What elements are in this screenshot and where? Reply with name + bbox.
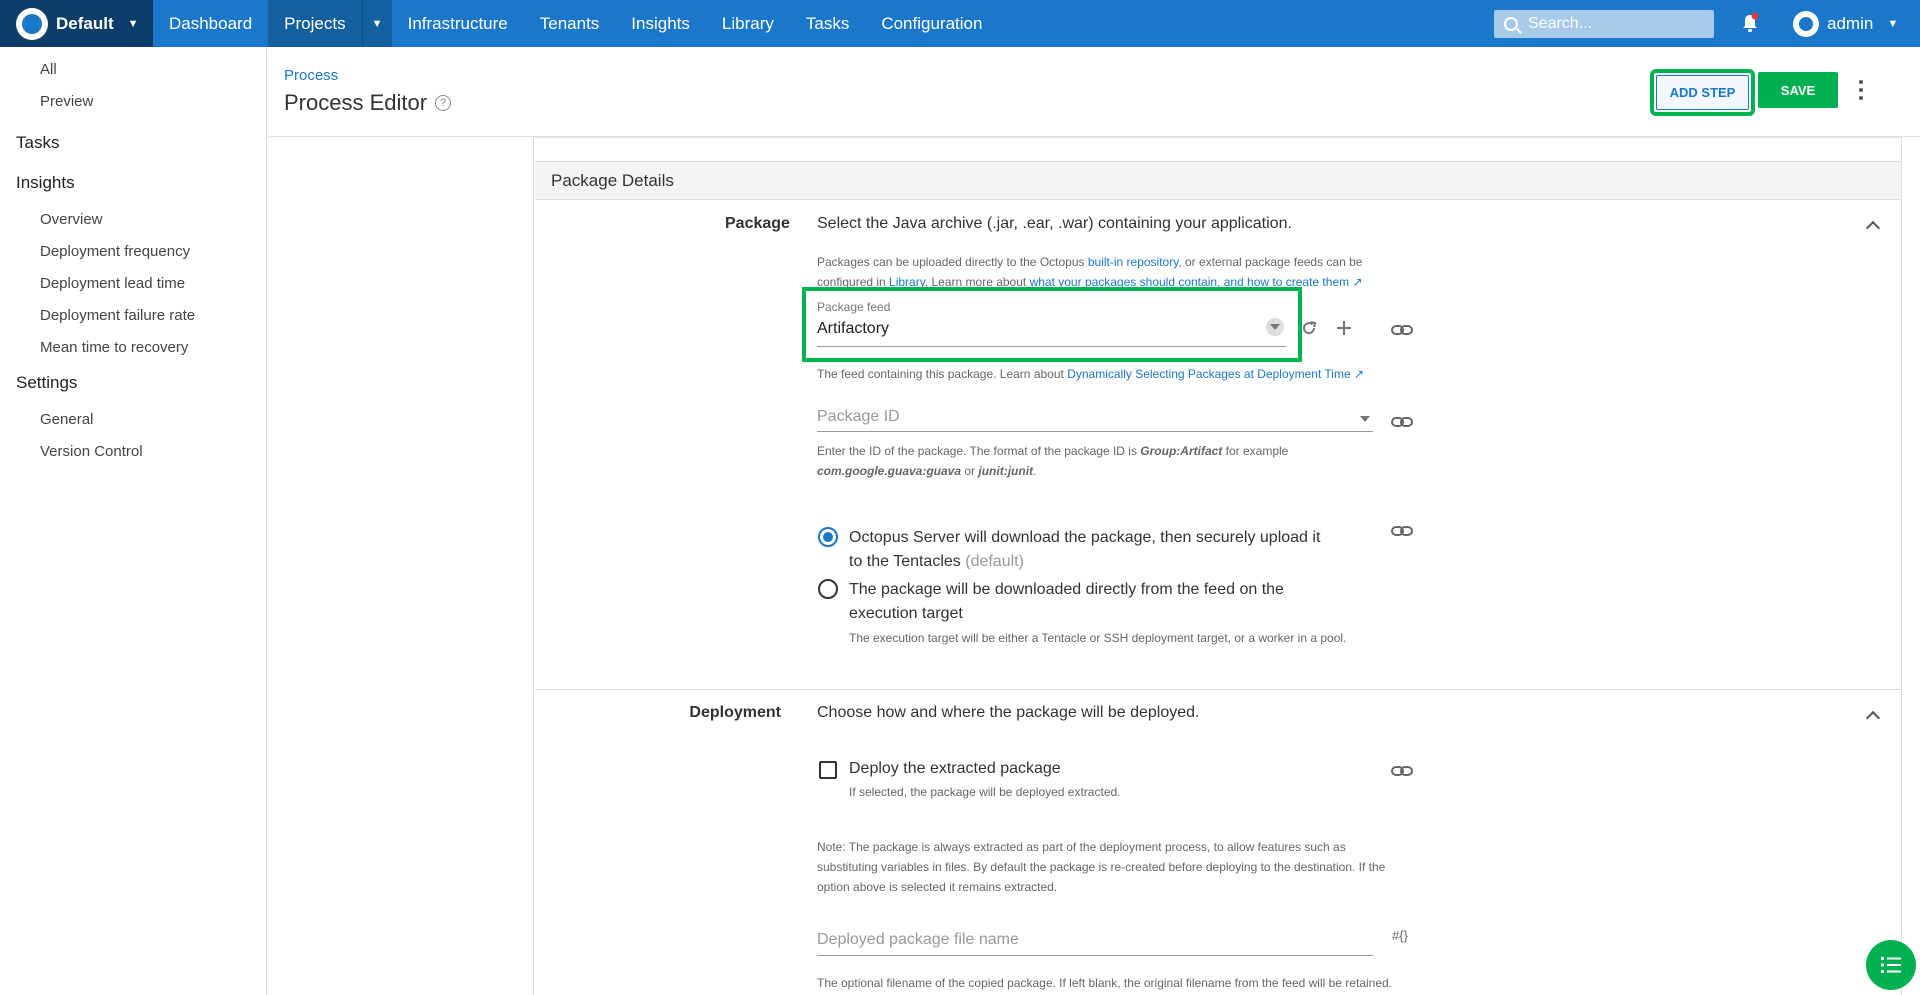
user-menu[interactable]: admin ▼ bbox=[1793, 9, 1898, 39]
save-button[interactable]: SAVE bbox=[1758, 72, 1838, 108]
sidebar-item-version-control[interactable]: Version Control bbox=[0, 435, 266, 467]
add-step-highlight: ADD STEP bbox=[1650, 69, 1755, 116]
deployment-label: Deployment bbox=[689, 704, 781, 721]
sidebar-item-mean-time-to-recovery[interactable]: Mean time to recovery bbox=[0, 331, 266, 363]
sidebar-item-all[interactable]: All bbox=[0, 53, 266, 85]
bell-icon[interactable] bbox=[1741, 13, 1759, 33]
deploy-extracted-checkbox[interactable] bbox=[819, 761, 837, 779]
note-line-3: option above is selected it remains extr… bbox=[817, 880, 1058, 894]
step-editor: Package Details Package Select the Java … bbox=[535, 137, 1902, 995]
package-id-help-line-1: Enter the ID of the package. The format … bbox=[817, 444, 1289, 458]
bind-link-icon[interactable] bbox=[1391, 324, 1413, 336]
page-title: Process Editor bbox=[284, 90, 428, 115]
package-id-help-line-2: com.google.guava:guava or junit:junit. bbox=[817, 464, 1037, 478]
caret-down-icon: ▼ bbox=[127, 17, 139, 30]
package-description: Select the Java archive (.jar, .ear, .wa… bbox=[817, 215, 1292, 232]
search-input[interactable]: Search... bbox=[1494, 10, 1714, 38]
collapse-icon[interactable] bbox=[1865, 220, 1881, 236]
note-line-1: Note: The package is always extracted as… bbox=[817, 840, 1346, 854]
sidebar-item-preview[interactable]: Preview bbox=[0, 85, 266, 117]
more-options-icon[interactable] bbox=[1859, 80, 1865, 100]
sidebar-item-deployment-lead-time[interactable]: Deployment lead time bbox=[0, 267, 266, 299]
step-list-button[interactable] bbox=[1866, 940, 1916, 990]
section-title: Package Details bbox=[535, 161, 1901, 200]
radio-direct-help: The execution target will be either a Te… bbox=[849, 631, 1347, 645]
radio-server-download-label: Octopus Server will download the package… bbox=[849, 529, 1321, 570]
dynamic-packages-link[interactable]: Dynamically Selecting Packages at Deploy… bbox=[1067, 367, 1350, 381]
collapse-icon-2[interactable] bbox=[1865, 710, 1881, 726]
external-link-icon: ↗ bbox=[1349, 275, 1363, 289]
sidebar-heading-settings: Settings bbox=[16, 373, 78, 392]
checkbox-label: Deploy the extracted package bbox=[849, 760, 1061, 777]
variable-insert-icon[interactable]: #{} bbox=[1392, 928, 1408, 943]
space-name: Default bbox=[56, 13, 114, 33]
chevron-down-icon: ▼ bbox=[1887, 18, 1899, 30]
add-icon[interactable] bbox=[1335, 319, 1353, 337]
feed-help: The feed containing this package. Learn … bbox=[817, 367, 1365, 381]
radio-server-download[interactable] bbox=[818, 527, 838, 547]
nav-insights[interactable]: Insights bbox=[615, 0, 706, 47]
space-avatar bbox=[16, 7, 48, 40]
package-id-dropdown-icon[interactable] bbox=[1360, 416, 1370, 422]
radio-direct-download[interactable] bbox=[818, 579, 838, 599]
steps-panel bbox=[268, 137, 534, 995]
refresh-icon[interactable] bbox=[1300, 319, 1318, 337]
nav-tenants[interactable]: Tenants bbox=[524, 0, 616, 47]
sidebar-item-general[interactable]: General bbox=[0, 403, 266, 435]
search-placeholder: Search... bbox=[1528, 15, 1593, 32]
package-feed-highlight bbox=[802, 287, 1302, 362]
package-help-line-1: Packages can be uploaded directly to the… bbox=[817, 255, 1363, 269]
list-numbered-icon bbox=[1881, 957, 1901, 973]
sidebar-item-tasks[interactable]: Tasks bbox=[0, 123, 266, 163]
bind-link-icon-4[interactable] bbox=[1391, 765, 1413, 777]
add-step-button[interactable]: ADD STEP bbox=[1656, 75, 1749, 110]
built-in-repository-link[interactable]: built-in repository bbox=[1088, 255, 1178, 269]
note-line-2: substituting variables in files. By defa… bbox=[817, 860, 1386, 874]
nav-infrastructure[interactable]: Infrastructure bbox=[392, 0, 524, 47]
file-name-help: The optional filename of the copied pack… bbox=[817, 976, 1393, 990]
sidebar-heading-insights: Insights bbox=[16, 173, 75, 192]
projects-dropdown-icon[interactable]: ▼ bbox=[361, 0, 392, 47]
breadcrumb[interactable]: Process bbox=[284, 67, 338, 84]
deployment-description: Choose how and where the package will be… bbox=[817, 704, 1200, 721]
page-title-wrap: Process Editor ? bbox=[284, 90, 452, 116]
bind-link-icon-2[interactable] bbox=[1391, 416, 1413, 428]
bind-link-icon-3[interactable] bbox=[1391, 525, 1413, 537]
radio-direct-download-label: The package will be downloaded directly … bbox=[849, 581, 1284, 622]
nav-projects[interactable]: Projects bbox=[268, 0, 362, 47]
user-name: admin bbox=[1827, 14, 1874, 33]
help-icon[interactable]: ? bbox=[435, 95, 452, 111]
avatar bbox=[1793, 11, 1819, 37]
sidebar: All Preview Tasks Insights Overview Depl… bbox=[0, 47, 267, 995]
checkbox-help: If selected, the package will be deploye… bbox=[849, 785, 1121, 799]
deployed-file-name-input[interactable]: Deployed package file name bbox=[817, 931, 1019, 949]
sidebar-item-overview[interactable]: Overview bbox=[0, 203, 266, 235]
nav-tasks[interactable]: Tasks bbox=[790, 0, 865, 47]
search-icon bbox=[1504, 17, 1518, 31]
external-link-icon-2: ↗ bbox=[1350, 367, 1365, 381]
sidebar-item-deployment-frequency[interactable]: Deployment frequency bbox=[0, 235, 266, 267]
nav-configuration[interactable]: Configuration bbox=[865, 0, 998, 47]
space-switcher[interactable]: Default ▼ bbox=[0, 0, 153, 47]
package-label: Package bbox=[725, 215, 790, 232]
sidebar-item-deployment-failure-rate[interactable]: Deployment failure rate bbox=[0, 299, 266, 331]
nav-library[interactable]: Library bbox=[706, 0, 790, 47]
nav-dashboard[interactable]: Dashboard bbox=[153, 0, 268, 47]
package-id-input[interactable]: Package ID bbox=[817, 408, 900, 426]
